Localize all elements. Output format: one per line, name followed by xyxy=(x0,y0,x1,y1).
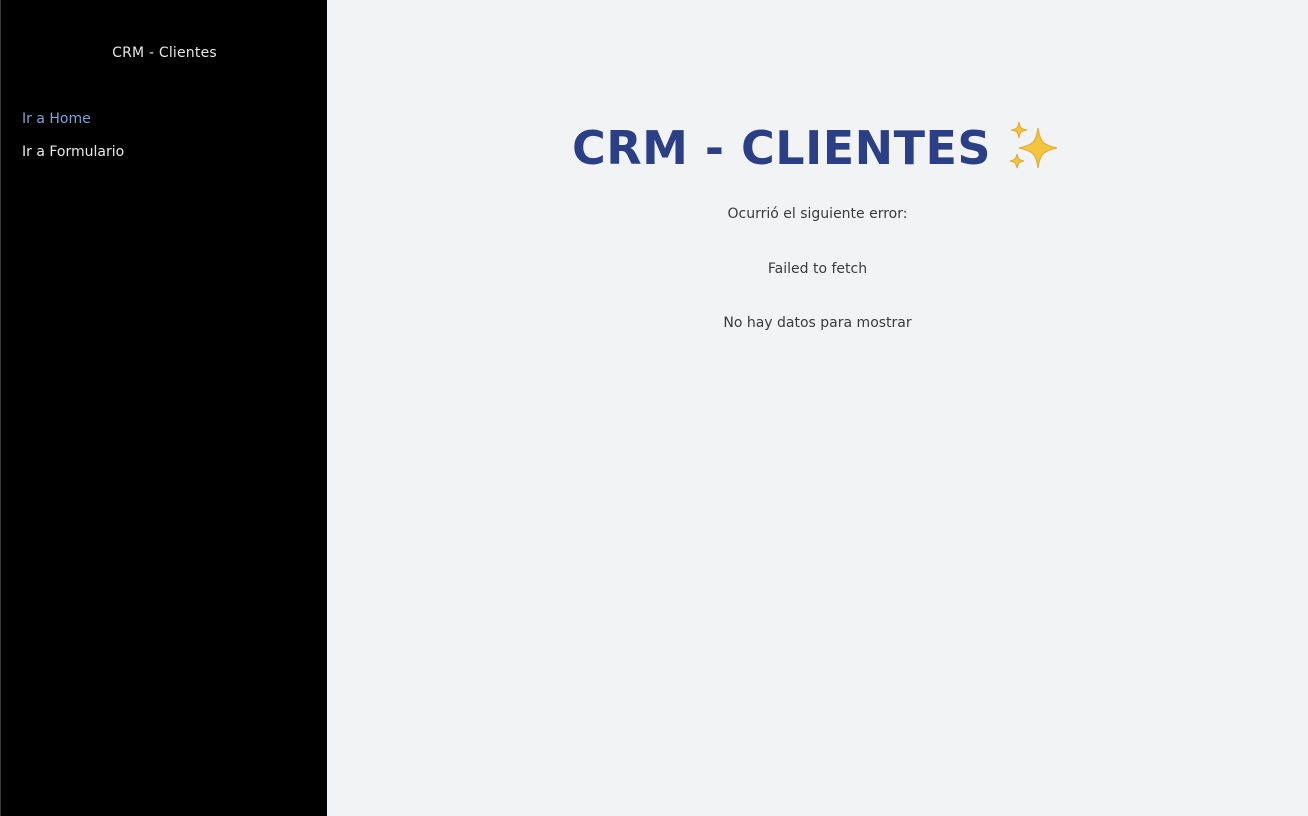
content-area: CRM - CLIENTES Ocurrió el siguiente erro… xyxy=(327,118,1308,331)
sparkles-icon xyxy=(1005,120,1063,176)
page-title-text: CRM - CLIENTES xyxy=(571,121,992,175)
sidebar: CRM - Clientes Ir a Home Ir a Formulario xyxy=(0,0,327,816)
nav-link-home[interactable]: Ir a Home xyxy=(22,110,124,129)
app-root: CRM - Clientes Ir a Home Ir a Formulario… xyxy=(0,0,1308,816)
error-intro-text: Ocurrió el siguiente error: xyxy=(727,206,908,222)
sidebar-nav: Ir a Home Ir a Formulario xyxy=(22,110,124,162)
sidebar-title: CRM - Clientes xyxy=(112,45,217,61)
error-message-text: Failed to fetch xyxy=(767,261,868,277)
page-title: CRM - CLIENTES xyxy=(572,118,1063,178)
main-content: CRM - CLIENTES Ocurrió el siguiente erro… xyxy=(327,0,1308,816)
nav-link-formulario[interactable]: Ir a Formulario xyxy=(22,143,124,162)
empty-state-text: No hay datos para mostrar xyxy=(723,315,912,331)
